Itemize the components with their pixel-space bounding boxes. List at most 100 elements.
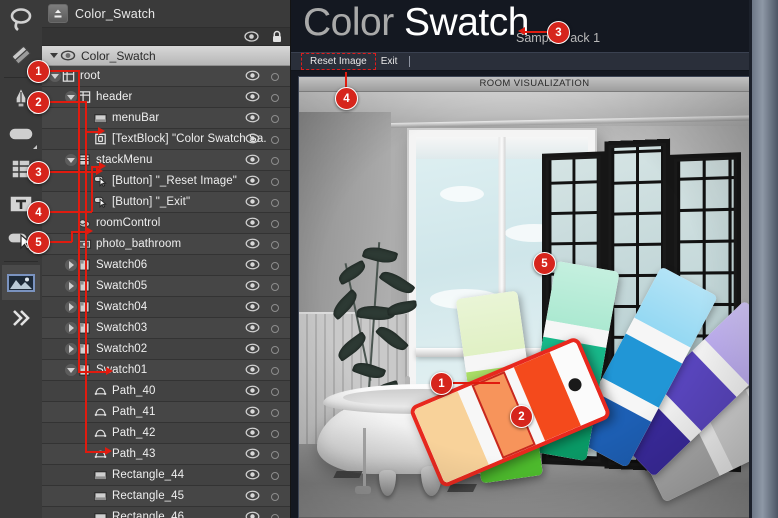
- photo-bathroom-image[interactable]: [299, 92, 770, 518]
- tree-row[interactable]: Swatch03: [42, 318, 290, 339]
- eye-icon[interactable]: [245, 406, 260, 417]
- lock-toggle[interactable]: [271, 73, 279, 81]
- eye-icon[interactable]: [245, 427, 260, 438]
- lock-toggle[interactable]: [271, 325, 279, 333]
- tree-row[interactable]: stackMenu: [42, 150, 290, 171]
- tree-row[interactable]: Path_42: [42, 423, 290, 444]
- tree-row-label: Swatch01: [96, 364, 148, 376]
- eye-icon[interactable]: [60, 50, 76, 61]
- lock-toggle[interactable]: [271, 157, 279, 165]
- lock-toggle[interactable]: [271, 514, 279, 518]
- tree-row[interactable]: menuBar: [42, 108, 290, 129]
- pen-tool-button[interactable]: [2, 81, 40, 116]
- lock-toggle[interactable]: [271, 241, 279, 249]
- tree-twisty-right-icon[interactable]: [64, 276, 77, 296]
- tree-row[interactable]: Rectangle_46: [42, 507, 290, 518]
- image-tool-button[interactable]: [2, 265, 40, 300]
- eye-icon[interactable]: [245, 301, 260, 312]
- lock-toggle[interactable]: [271, 367, 279, 375]
- eye-icon[interactable]: [245, 70, 260, 81]
- eraser-tool-button[interactable]: [2, 37, 40, 72]
- button-tool-button[interactable]: [2, 221, 40, 256]
- lock-toggle[interactable]: [271, 178, 279, 186]
- eye-icon[interactable]: [245, 448, 260, 459]
- eye-icon[interactable]: [245, 154, 260, 165]
- eye-icon[interactable]: [245, 469, 260, 480]
- lock-toggle[interactable]: [271, 304, 279, 312]
- eye-icon[interactable]: [245, 322, 260, 333]
- eye-icon[interactable]: [244, 31, 259, 42]
- exit-button[interactable]: Exit: [374, 55, 405, 68]
- textblock-icon: [93, 129, 108, 149]
- tree-row[interactable]: photo_bathroom: [42, 234, 290, 255]
- tree-twisty-down-icon[interactable]: [64, 150, 77, 170]
- lock-icon[interactable]: [271, 30, 283, 43]
- tree-column-headers: [42, 28, 290, 46]
- more-tools-button[interactable]: [2, 300, 40, 335]
- tree-root-item[interactable]: Color_Swatch: [42, 46, 290, 66]
- tree-row[interactable]: Path_41: [42, 402, 290, 423]
- tree-twisty-down-icon[interactable]: [48, 66, 61, 86]
- eye-icon[interactable]: [245, 343, 260, 354]
- tree-row[interactable]: Swatch05: [42, 276, 290, 297]
- tree-row[interactable]: root: [42, 66, 290, 87]
- lock-toggle[interactable]: [271, 283, 279, 291]
- tree-row[interactable]: Path_40: [42, 381, 290, 402]
- eye-icon[interactable]: [245, 259, 260, 270]
- grid-tool-button[interactable]: [2, 151, 40, 186]
- tree-twisty-right-icon[interactable]: [64, 339, 77, 359]
- lock-toggle[interactable]: [271, 493, 279, 501]
- lock-toggle[interactable]: [271, 451, 279, 459]
- lock-toggle[interactable]: [271, 199, 279, 207]
- lock-toggle[interactable]: [271, 94, 279, 102]
- eye-icon[interactable]: [245, 133, 260, 144]
- eye-icon[interactable]: [245, 385, 260, 396]
- tree-twisty-right-icon[interactable]: [64, 255, 77, 275]
- lock-toggle[interactable]: [271, 430, 279, 438]
- export-icon[interactable]: [48, 4, 68, 23]
- color-swatch-fan[interactable]: [408, 260, 770, 518]
- text-tool-button[interactable]: [2, 186, 40, 221]
- tree-row[interactable]: Rectangle_44: [42, 465, 290, 486]
- tree-row[interactable]: [Button] "_Exit": [42, 192, 290, 213]
- tree-row[interactable]: Swatch02: [42, 339, 290, 360]
- lasso-tool-button[interactable]: [2, 2, 40, 37]
- tree-twisty-right-icon[interactable]: [64, 318, 77, 338]
- eye-icon[interactable]: [245, 196, 260, 207]
- tree-row[interactable]: [TextBlock] "Color Swatch Sa.: [42, 129, 290, 150]
- tree-row[interactable]: Swatch06: [42, 255, 290, 276]
- tree-twisty-down-icon[interactable]: [64, 87, 77, 107]
- tree-row[interactable]: Swatch01: [42, 360, 290, 381]
- tree-twisty-right-icon[interactable]: [64, 297, 77, 317]
- tree-row-label: [Button] "_Exit": [112, 196, 191, 208]
- eye-icon[interactable]: [245, 511, 260, 518]
- tree-row[interactable]: [Button] "_Reset Image": [42, 171, 290, 192]
- lock-toggle[interactable]: [271, 220, 279, 228]
- tree-row[interactable]: Rectangle_45: [42, 486, 290, 507]
- eye-icon[interactable]: [245, 175, 260, 186]
- reset-image-button[interactable]: Reset Image: [301, 53, 376, 70]
- lock-toggle[interactable]: [271, 136, 279, 144]
- eye-icon[interactable]: [245, 238, 260, 249]
- tree-row[interactable]: roomControl: [42, 213, 290, 234]
- viewer-caption: ROOM VISUALIZATION: [299, 77, 770, 92]
- tree-twisty-down-icon[interactable]: [64, 360, 77, 380]
- eye-icon[interactable]: [245, 280, 260, 291]
- lock-toggle[interactable]: [271, 346, 279, 354]
- tree-row[interactable]: Swatch04: [42, 297, 290, 318]
- eye-icon[interactable]: [245, 490, 260, 501]
- toolbar-divider: [4, 261, 38, 262]
- lock-toggle[interactable]: [271, 262, 279, 270]
- eye-icon[interactable]: [245, 91, 260, 102]
- tree-row[interactable]: Path_43: [42, 444, 290, 465]
- tree-row[interactable]: header: [42, 87, 290, 108]
- rectangle-tool-button[interactable]: [2, 116, 40, 151]
- root-twisty-icon[interactable]: [47, 46, 60, 66]
- lock-toggle[interactable]: [271, 409, 279, 417]
- lock-toggle[interactable]: [271, 115, 279, 123]
- lock-toggle[interactable]: [271, 472, 279, 480]
- eye-icon[interactable]: [245, 112, 260, 123]
- lock-toggle[interactable]: [271, 388, 279, 396]
- eye-icon[interactable]: [245, 364, 260, 375]
- eye-icon[interactable]: [245, 217, 260, 228]
